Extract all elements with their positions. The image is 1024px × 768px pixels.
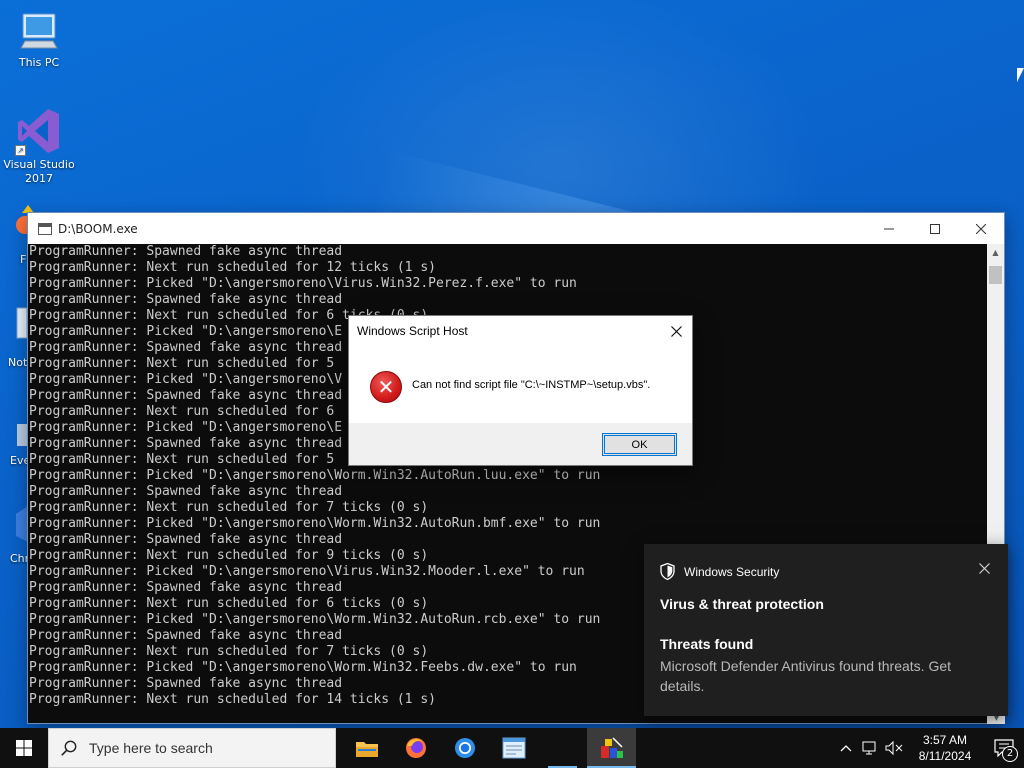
toast-heading: Virus & threat protection (660, 596, 824, 612)
taskbar-clock[interactable]: 3:57 AM 8/11/2024 (906, 732, 984, 764)
toast-close-button[interactable] (979, 560, 990, 578)
partial-label: Not (8, 356, 28, 369)
windows-logo-icon (16, 740, 32, 756)
console-line: ProgramRunner: Spawned fake async thread (29, 244, 343, 259)
search-placeholder: Type here to search (89, 740, 213, 756)
clock-time: 3:57 AM (922, 733, 968, 747)
dialog-close-button[interactable] (660, 316, 692, 346)
close-button[interactable] (958, 213, 1004, 244)
chrome-icon (454, 738, 475, 758)
network-icon (862, 741, 876, 755)
chevron-up-icon (840, 745, 852, 752)
dialog-message: Can not find script file "C:\~INSTMP~\se… (412, 379, 651, 391)
desktop-icon-label: This PC (18, 56, 60, 69)
close-icon (976, 223, 986, 234)
boom-app-icon (600, 737, 623, 758)
toast-header: Windows Security (660, 562, 780, 581)
console-title: D:\BOOM.exe (58, 221, 138, 236)
computer-icon (17, 10, 61, 54)
shortcut-arrow-icon: ↗ (15, 145, 26, 156)
notepad-icon (502, 737, 525, 759)
system-tray: 3:57 AM 8/11/2024 2 (834, 728, 1024, 768)
mouse-cursor-icon (1017, 68, 1024, 82)
shield-icon (660, 562, 675, 581)
clock-date: 8/11/2024 (918, 749, 972, 763)
toast-app-name: Windows Security (684, 564, 780, 579)
start-button[interactable] (0, 728, 48, 768)
script-host-dialog[interactable]: Windows Script Host ✕ Can not find scrip… (348, 315, 693, 466)
toast-subheading: Threats found (660, 636, 754, 652)
taskbar-search-box[interactable]: Type here to search (48, 728, 336, 768)
maximize-icon (930, 223, 940, 234)
console-line: ProgramRunner: Picked "D:\angersmoreno\V… (29, 276, 577, 291)
partial-label: F (20, 253, 27, 266)
volume-tray-button[interactable] (882, 728, 906, 768)
taskbar: Type here to search 3:57 AM 8/11/2024 2 (0, 728, 1024, 768)
taskbar-file-explorer[interactable] (342, 728, 391, 768)
desktop-icon-this-pc[interactable]: This PC (1, 10, 77, 70)
scroll-thumb[interactable] (989, 266, 1002, 284)
notification-count-badge: 2 (1002, 746, 1018, 762)
firefox-icon (405, 738, 426, 758)
dialog-titlebar[interactable]: Windows Script Host (349, 316, 692, 346)
console-line: ProgramRunner: Spawned fake async thread (29, 292, 343, 307)
taskbar-boom-app[interactable] (587, 728, 636, 768)
taskbar-notepad[interactable] (489, 728, 538, 768)
window-controls (866, 213, 1004, 244)
visual-studio-icon: ↗ (15, 106, 63, 156)
console-titlebar[interactable]: D:\BOOM.exe (28, 213, 1004, 244)
taskbar-console-blank[interactable] (538, 728, 587, 768)
error-icon: ✕ (370, 371, 402, 403)
maximize-button[interactable] (912, 213, 958, 244)
toast-body[interactable]: Microsoft Defender Antivirus found threa… (660, 656, 990, 696)
action-center-button[interactable]: 2 (984, 728, 1024, 768)
taskbar-chrome[interactable] (440, 728, 489, 768)
close-icon (979, 563, 990, 574)
close-icon (670, 325, 682, 337)
network-tray-button[interactable] (858, 728, 882, 768)
dialog-content: ✕ Can not find script file "C:\~INSTMP~\… (349, 346, 692, 424)
console-line: ProgramRunner: Spawned fake async thread (29, 484, 343, 499)
ok-button[interactable]: OK (602, 433, 677, 456)
dialog-title: Windows Script Host (357, 324, 468, 338)
volume-muted-icon (885, 741, 903, 755)
taskbar-firefox[interactable] (391, 728, 440, 768)
taskbar-apps (338, 728, 636, 768)
show-hidden-icons-button[interactable] (834, 728, 858, 768)
desktop-icon-label: Visual Studio 2017 (3, 158, 75, 185)
console-line: ProgramRunner: Picked "D:\angersmoreno\W… (29, 516, 601, 531)
console-line: ProgramRunner: Next run scheduled for 12… (29, 260, 436, 275)
search-icon (61, 740, 77, 756)
desktop-icon-visual-studio[interactable]: ↗ Visual Studio 2017 (1, 106, 77, 186)
file-explorer-icon (355, 742, 378, 757)
security-notification[interactable]: Windows Security Virus & threat protecti… (644, 544, 1008, 716)
minimize-button[interactable] (866, 213, 912, 244)
console-line: ProgramRunner: Picked "D:\angersmoreno\W… (29, 468, 601, 483)
console-line: ProgramRunner: Next run scheduled for 7 … (29, 500, 429, 515)
minimize-icon (884, 228, 894, 229)
scroll-up-arrow-icon[interactable]: ▲ (987, 244, 1004, 261)
dialog-footer: OK (349, 423, 692, 465)
console-app-icon (38, 222, 52, 235)
